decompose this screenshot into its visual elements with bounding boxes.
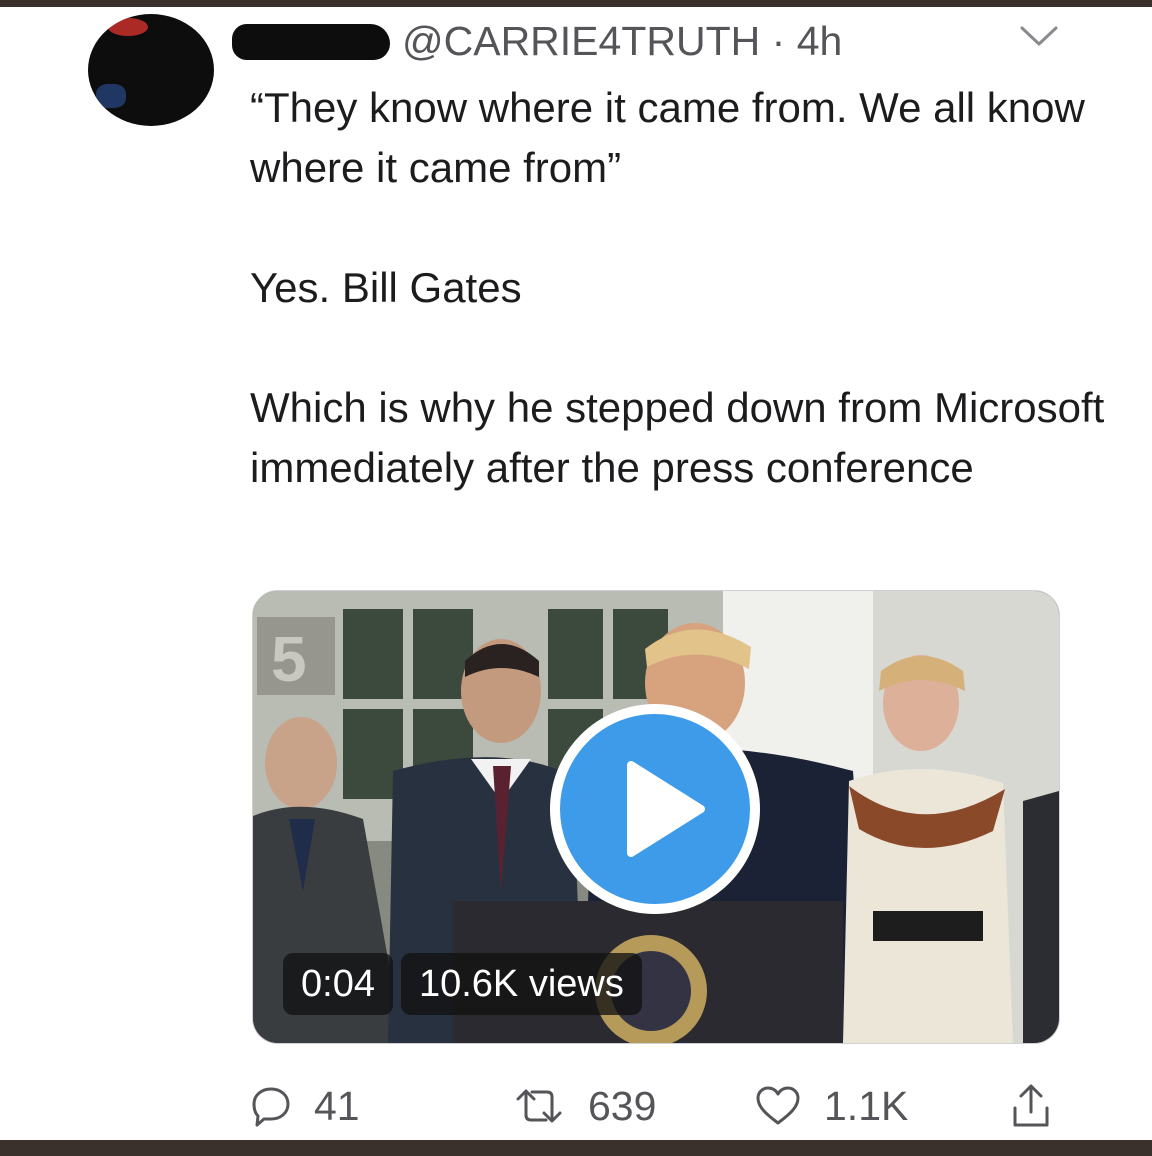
speech-bubble-icon xyxy=(252,1087,290,1127)
chevron-down-icon[interactable] xyxy=(1018,24,1060,48)
tweet-header: @CARRIE4TRUTH · 4h xyxy=(402,16,842,66)
share-button[interactable] xyxy=(1010,1078,1074,1134)
like-button[interactable]: 1.1K xyxy=(754,1078,908,1134)
tweet-actions: 41 639 1.1K xyxy=(250,1078,1070,1134)
like-count: 1.1K xyxy=(824,1082,909,1129)
retweet-button[interactable]: 639 xyxy=(512,1078,656,1134)
avatar[interactable] xyxy=(88,14,214,126)
share-upload-icon xyxy=(1013,1084,1049,1127)
reply-button[interactable]: 41 xyxy=(250,1078,360,1134)
tweet-text-claim: Which is why he stepped down from Micros… xyxy=(250,384,1105,491)
bottom-frame-bar xyxy=(0,1140,1152,1156)
retweet-count: 639 xyxy=(588,1082,657,1129)
tweet-body: “They know where it came from. We all kn… xyxy=(250,78,1110,498)
video-player[interactable]: 5 0:04 10.6K views xyxy=(252,590,1060,1044)
tweet-text-quote: “They know where it came from. We all kn… xyxy=(250,84,1085,191)
display-name-redacted xyxy=(232,24,390,60)
tweet-timestamp[interactable]: 4h xyxy=(797,18,843,64)
video-views: 10.6K views xyxy=(400,953,642,1015)
tweet-text-answer: Yes. Bill Gates xyxy=(250,264,522,311)
author-handle[interactable]: @CARRIE4TRUTH xyxy=(402,18,760,64)
top-frame-bar xyxy=(0,0,1152,7)
retweet-arrows-icon xyxy=(516,1089,562,1123)
heart-icon xyxy=(756,1086,800,1125)
play-icon[interactable] xyxy=(549,703,761,915)
video-duration: 0:04 xyxy=(283,953,393,1015)
video-meta: 0:04 10.6K views xyxy=(283,953,650,1015)
svg-text:5: 5 xyxy=(271,623,307,695)
reply-count: 41 xyxy=(314,1082,360,1129)
separator-dot: · xyxy=(771,18,786,64)
